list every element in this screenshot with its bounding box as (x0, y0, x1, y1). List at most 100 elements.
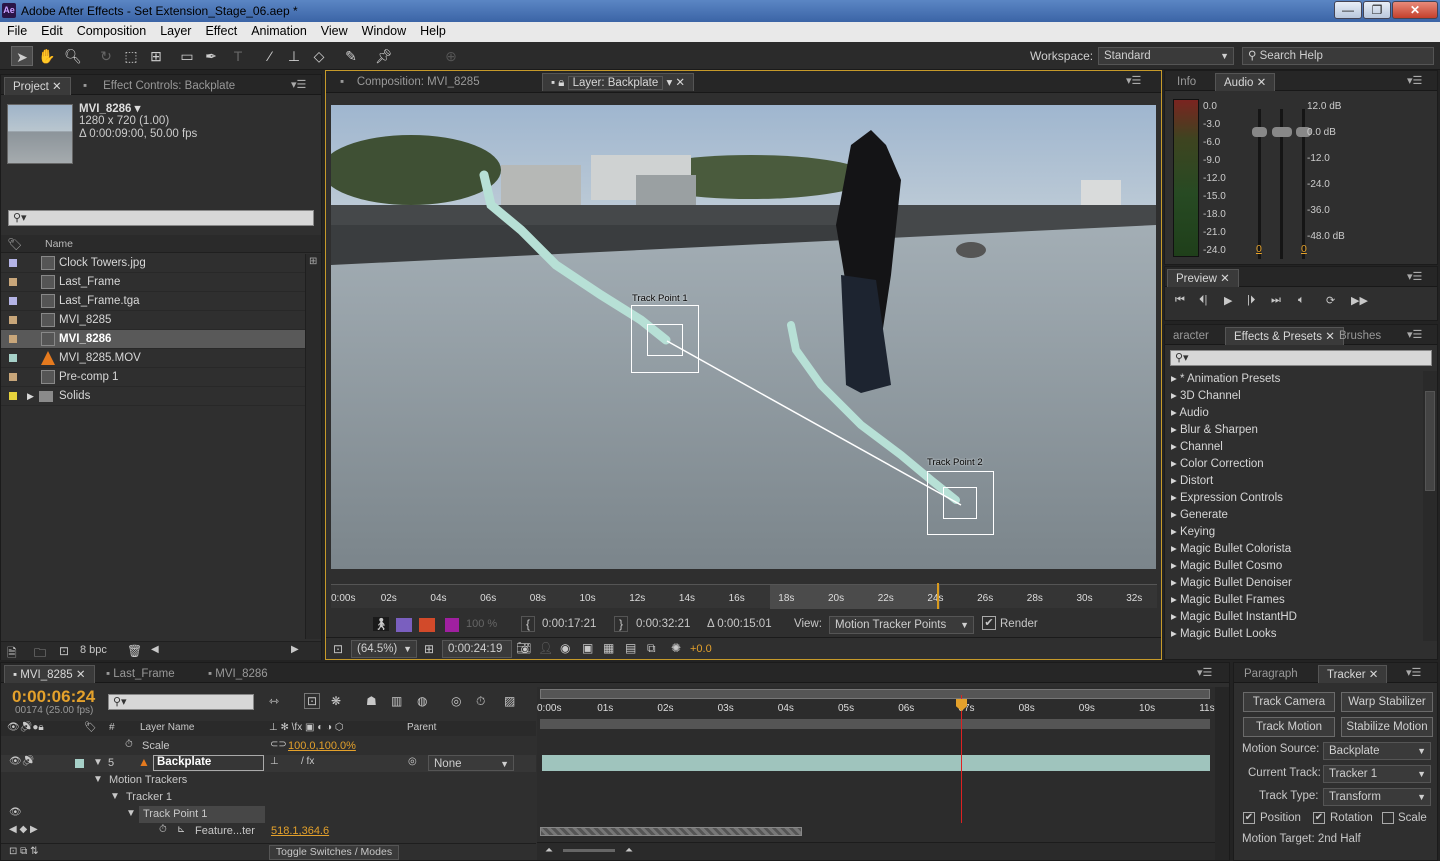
effects-search-input[interactable]: ⚲▾ (1170, 350, 1432, 366)
set-out-point-icon[interactable]: } (614, 616, 629, 632)
timeline-zoom-bar[interactable]: ⏶ ⏶ (537, 842, 1215, 860)
zoom-slider[interactable] (563, 849, 615, 852)
viewer-time-ruler[interactable]: 0:00s 02s 04s 06s 08s 10s 12s 14s 16s 18s 20s 22s 24… (331, 583, 1157, 609)
menu-layer[interactable]: Layer (153, 22, 198, 38)
warp-stabilizer-button[interactable]: Warp Stabilizer (1341, 692, 1433, 712)
comp-mini-flowchart-icon[interactable]: ⇿ (269, 694, 279, 708)
label-color-swatch[interactable] (9, 316, 17, 324)
effects-scrollbar[interactable] (1423, 371, 1437, 641)
current-time-indicator[interactable] (937, 583, 939, 609)
toggle-panes-icon[interactable]: ⊡ ⧉ ⇅ (9, 846, 38, 857)
track-point-row[interactable]: 👁︎ ▼ Track Point 1 (1, 806, 536, 823)
effect-category[interactable]: ▸ Magic Bullet Denoiser (1165, 575, 1423, 592)
scale-value[interactable]: 100.0,100.0% (288, 740, 356, 752)
timeline-graph[interactable]: 0:00s 01s 02s 03s 04s 05s 06s 07s 08s 09s 10s 11s ⏶… (537, 687, 1215, 860)
effect-category[interactable]: ▸ 3D Channel (1165, 388, 1423, 405)
label-color-swatch[interactable] (9, 297, 17, 305)
workspace-dropdown[interactable]: Standard ▼ (1098, 47, 1234, 65)
effect-category[interactable]: ▸ Channel (1165, 439, 1423, 456)
zoom-tool-icon[interactable]: 🔍︎ (62, 46, 84, 66)
project-scrollbar[interactable]: ⊞ (305, 254, 321, 639)
video-frame[interactable]: Track Point 1 Track Point 2 (331, 105, 1156, 569)
work-area-bar[interactable] (540, 719, 1210, 729)
label-color-swatch[interactable] (9, 335, 17, 343)
tab-tracker[interactable]: Tracker ✕ (1318, 665, 1388, 683)
layer-name-column-header[interactable]: Layer Name (140, 722, 194, 733)
set-in-point-icon[interactable]: { (521, 616, 536, 632)
tab-composition[interactable]: ▪ Composition: MVI_8285 (332, 73, 488, 91)
flowchart-icon[interactable]: ⊞ (309, 256, 318, 267)
rectangle-tool-icon[interactable]: ▭ (176, 46, 198, 66)
fast-previews-icon[interactable]: ⧉ (647, 641, 656, 656)
audio-left-value[interactable]: 0 (1256, 243, 1262, 255)
motion-source-dropdown[interactable]: Backplate ▼ (1323, 742, 1431, 760)
close-button[interactable]: ✕ (1392, 1, 1438, 19)
brush-tool-icon[interactable]: ⁄ (259, 46, 281, 66)
effect-category[interactable]: ▸ Keying (1165, 524, 1423, 541)
project-item[interactable]: Last_Frame (1, 273, 305, 292)
panel-menu-icon[interactable]: ▾☰ (291, 78, 306, 91)
keyframe-range[interactable] (540, 827, 802, 836)
panel-menu-icon[interactable]: ▾☰ (1406, 666, 1421, 679)
timeline-search-input[interactable]: ⚲▾ (108, 694, 254, 710)
effect-category[interactable]: ▸ Magic Bullet Frames (1165, 592, 1423, 609)
menu-view[interactable]: View (314, 22, 355, 38)
brainstorm-icon[interactable]: ⏱︎ (476, 694, 485, 709)
zoom-out-icon[interactable]: ⏶ (545, 845, 553, 856)
first-frame-icon[interactable]: ⏮ (1175, 294, 1185, 307)
tab-info[interactable]: Info (1169, 73, 1204, 91)
new-comp-icon[interactable]: ⊡ (59, 644, 69, 658)
effect-category[interactable]: ▸ Magic Bullet Colorista (1165, 541, 1423, 558)
effect-category[interactable]: ▸ Magic Bullet Looks (1165, 626, 1423, 643)
eraser-tool-icon[interactable]: ◇ (308, 46, 330, 66)
label-color-swatch[interactable] (9, 392, 17, 400)
time-navigator[interactable] (540, 689, 1210, 699)
pick-whip-icon[interactable]: ◎ (408, 756, 417, 767)
effect-category[interactable]: ▸ Generate (1165, 507, 1423, 524)
tab-paragraph[interactable]: Paragraph (1236, 665, 1306, 683)
channel-alpha-icon[interactable] (419, 618, 435, 632)
menu-effect[interactable]: Effect (198, 22, 244, 38)
always-preview-icon[interactable]: ⊡ (333, 642, 343, 656)
panel-menu-icon[interactable]: ▾☰ (1407, 328, 1422, 341)
menu-file[interactable]: File (0, 22, 34, 38)
color-swatch-icon[interactable] (445, 618, 459, 632)
project-item[interactable]: Last_Frame.tga (1, 292, 305, 311)
view-options-icon[interactable]: ▣ (582, 641, 593, 655)
zoom-dropdown[interactable]: (64.5%) ▼ (351, 640, 417, 658)
feature-center-row[interactable]: ◀ ◆ ▶ ⏱︎ ⊾ Feature...ter 518.1,364.6 (1, 823, 536, 840)
effect-category[interactable]: ▸ Audio (1165, 405, 1423, 422)
axis-mode-icon[interactable]: ⊕ (440, 46, 462, 66)
tab-timeline-lastframe[interactable]: ▪ Last_Frame (98, 665, 183, 683)
live-update-icon[interactable]: ⊡ (304, 693, 321, 709)
name-column-header[interactable]: Name (45, 238, 73, 250)
out-time[interactable]: 0:00:32:21 (636, 618, 690, 630)
effect-category[interactable]: ▸ Expression Controls (1165, 490, 1423, 507)
position-checkbox[interactable]: ✔ (1243, 812, 1255, 824)
track-point-1-feature-region[interactable] (647, 324, 683, 356)
effect-category[interactable]: ▸ Distort (1165, 473, 1423, 490)
visibility-icon[interactable]: 👁︎🔊︎ (9, 756, 34, 767)
track-motion-button[interactable]: Track Motion (1243, 717, 1335, 737)
scroll-left-icon[interactable]: ◀ (151, 644, 159, 655)
tab-timeline-mvi8285[interactable]: ▪ MVI_8285 ✕ (4, 665, 95, 683)
effect-category[interactable]: ▸ Magic Bullet InstantHD (1165, 609, 1423, 626)
layer-duration-bar[interactable] (542, 755, 1210, 771)
project-search-input[interactable]: ⚲▾ (8, 210, 314, 226)
tab-project[interactable]: Project ✕ (4, 77, 71, 95)
hand-tool-icon[interactable]: ✋ (36, 46, 58, 66)
roto-brush-tool-icon[interactable]: ✎ (340, 46, 362, 66)
menu-help[interactable]: Help (413, 22, 453, 38)
audio-icon[interactable]: 🔈︎ (1298, 294, 1305, 307)
menu-window[interactable]: Window (355, 22, 413, 38)
puppet-pin-tool-icon[interactable]: 📌︎ (373, 46, 395, 66)
label-color-swatch[interactable] (9, 373, 17, 381)
rotation-checkbox[interactable]: ✔ (1313, 812, 1325, 824)
tab-effects-presets[interactable]: Effects & Presets ✕ (1225, 327, 1344, 345)
scale-checkbox[interactable] (1382, 812, 1394, 824)
frame-blending-icon[interactable]: ▥ (391, 694, 402, 708)
stopwatch-icon[interactable]: ⏱︎ (159, 824, 167, 835)
menu-edit[interactable]: Edit (34, 22, 70, 38)
type-tool-icon[interactable]: T (227, 46, 249, 66)
shy-switch-icon[interactable]: ⊥ (270, 756, 279, 767)
